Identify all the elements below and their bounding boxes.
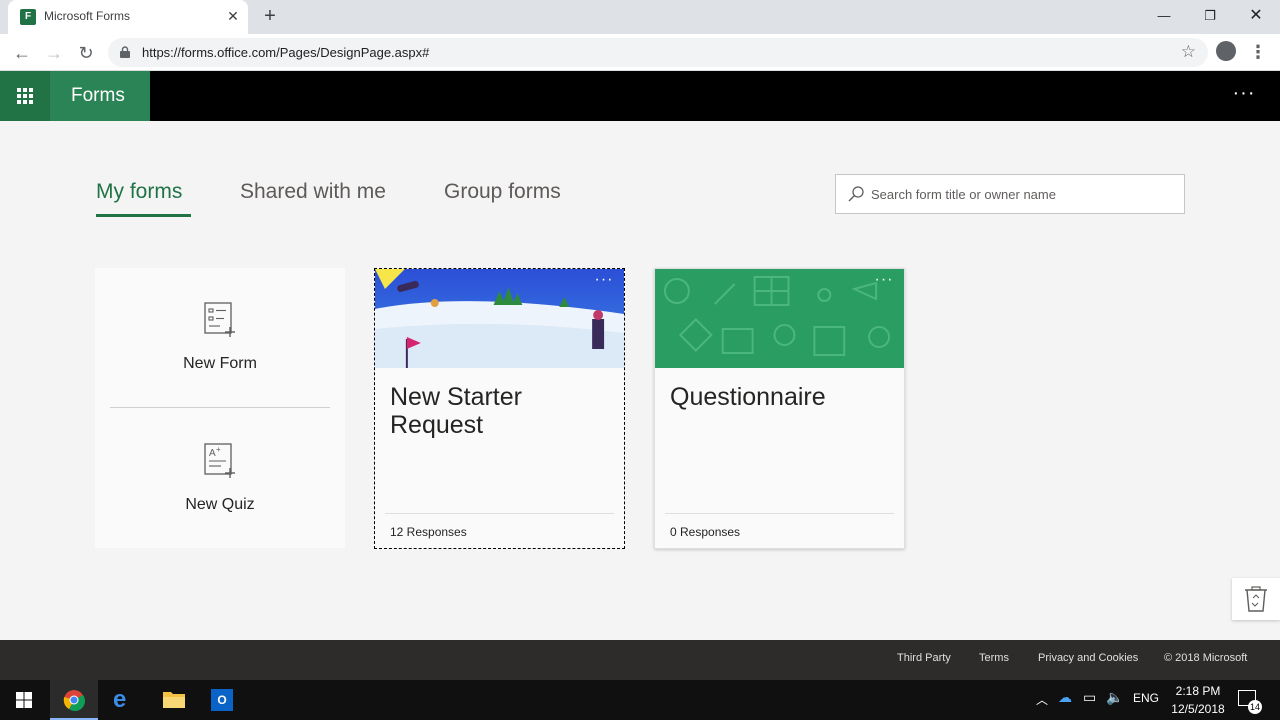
card-more-options-icon[interactable]: ··· <box>590 272 618 291</box>
lock-icon <box>120 46 130 58</box>
edge-icon: e <box>113 686 127 713</box>
new-form-label: New Form <box>183 355 257 372</box>
back-arrow-icon[interactable]: ← <box>9 40 35 66</box>
footer-link-privacy[interactable]: Privacy and Cookies <box>1038 652 1138 664</box>
recycle-bin-button[interactable] <box>1232 578 1280 620</box>
card-more-options-icon[interactable]: ··· <box>870 272 898 291</box>
search-icon <box>848 186 864 202</box>
search-input[interactable] <box>871 184 1171 204</box>
selected-tab-indicator <box>96 214 191 217</box>
reload-icon[interactable]: ↻ <box>73 40 99 66</box>
app-header: Forms ··· <box>0 71 1280 121</box>
start-button[interactable] <box>0 680 48 720</box>
new-quiz-icon: A + <box>204 443 235 478</box>
response-count: 0 Responses <box>670 525 741 539</box>
url-text: https://forms.office.com/Pages/DesignPag… <box>142 45 430 60</box>
search-box[interactable] <box>835 174 1185 214</box>
divider <box>385 513 614 514</box>
waffle-icon <box>17 88 33 104</box>
taskbar-file-explorer[interactable] <box>150 680 198 720</box>
tab-group-forms[interactable]: Group forms <box>444 180 561 204</box>
tray-chevron-icon[interactable]: ︿ <box>1036 691 1048 708</box>
recycle-bin-icon <box>1245 586 1267 612</box>
forms-favicon-icon: F <box>20 9 36 25</box>
forward-arrow-icon[interactable]: → <box>41 40 67 66</box>
window-close-icon[interactable]: ✕ <box>1238 2 1274 30</box>
profile-icon[interactable] <box>1216 41 1236 61</box>
footer-copyright: © 2018 Microsoft <box>1164 652 1248 664</box>
kebab-menu-icon[interactable]: ⋮ <box>1248 40 1268 64</box>
divider <box>665 513 894 514</box>
form-card[interactable]: ··· New Starter Request 12 Responses <box>374 268 625 549</box>
snow-scene-thumbnail <box>375 269 624 368</box>
browser-tab-strip: F Microsoft Forms ✕ + — ❐ ✕ <box>0 0 1280 34</box>
footer-link-terms[interactable]: Terms <box>979 652 1009 664</box>
new-tab-icon[interactable]: + <box>258 4 282 28</box>
restore-icon[interactable]: ❐ <box>1192 2 1228 30</box>
tab-close-icon[interactable]: ✕ <box>224 7 242 25</box>
notification-count-badge: 14 <box>1248 700 1263 714</box>
tab-title: Microsoft Forms <box>44 9 131 23</box>
network-icon[interactable]: ▭ <box>1083 689 1096 706</box>
divider <box>110 407 330 408</box>
app-name-link[interactable]: Forms <box>50 71 150 121</box>
clock-time[interactable]: 2:18 PM <box>1166 684 1230 698</box>
language-indicator[interactable]: ENG <box>1133 691 1159 705</box>
green-pattern-thumbnail <box>655 269 904 368</box>
tab-shared-with-me[interactable]: Shared with me <box>240 180 386 204</box>
form-title: Questionnaire <box>670 383 826 411</box>
new-form-icon <box>204 302 235 337</box>
clock-date[interactable]: 12/5/2018 <box>1166 702 1230 716</box>
more-options-icon[interactable]: ··· <box>1228 82 1260 110</box>
svg-text:A: A <box>209 448 216 459</box>
star-icon[interactable]: ☆ <box>1181 42 1196 62</box>
new-actions-card: New Form A + New Quiz <box>95 268 345 548</box>
footer-link-third-party[interactable]: Third Party <box>897 652 951 664</box>
new-quiz-button[interactable]: A + New Quiz <box>95 409 345 539</box>
windows-logo-icon <box>16 692 32 708</box>
minimize-icon[interactable]: — <box>1146 2 1182 30</box>
response-count: 12 Responses <box>390 525 467 539</box>
form-title: New Starter Request <box>390 383 522 439</box>
outlook-icon: O <box>211 689 233 711</box>
new-quiz-label: New Quiz <box>185 496 255 513</box>
taskbar-outlook[interactable]: O <box>198 680 246 720</box>
taskbar-edge[interactable]: e <box>100 680 148 720</box>
folder-icon <box>163 692 185 708</box>
browser-tab[interactable]: F Microsoft Forms ✕ <box>8 0 248 34</box>
chrome-icon <box>63 690 85 711</box>
app-name: Forms <box>71 85 125 106</box>
windows-taskbar: e O ︿ ☁ ▭ 🔈 ENG <box>0 680 1280 720</box>
svg-text:+: + <box>216 445 221 454</box>
form-card[interactable]: ··· Questionnaire 0 Responses <box>654 268 905 549</box>
app-launcher-button[interactable] <box>0 71 50 121</box>
onedrive-icon[interactable]: ☁ <box>1058 689 1072 706</box>
page-footer: Third Party Terms Privacy and Cookies © … <box>0 640 1280 680</box>
new-form-button[interactable]: New Form <box>95 268 345 398</box>
browser-toolbar: ← → ↻ https://forms.office.com/Pages/Des… <box>0 34 1280 71</box>
volume-icon[interactable]: 🔈 <box>1106 689 1123 706</box>
tab-my-forms[interactable]: My forms <box>96 180 182 204</box>
address-bar[interactable]: https://forms.office.com/Pages/DesignPag… <box>108 38 1208 67</box>
taskbar-chrome[interactable] <box>50 680 98 720</box>
